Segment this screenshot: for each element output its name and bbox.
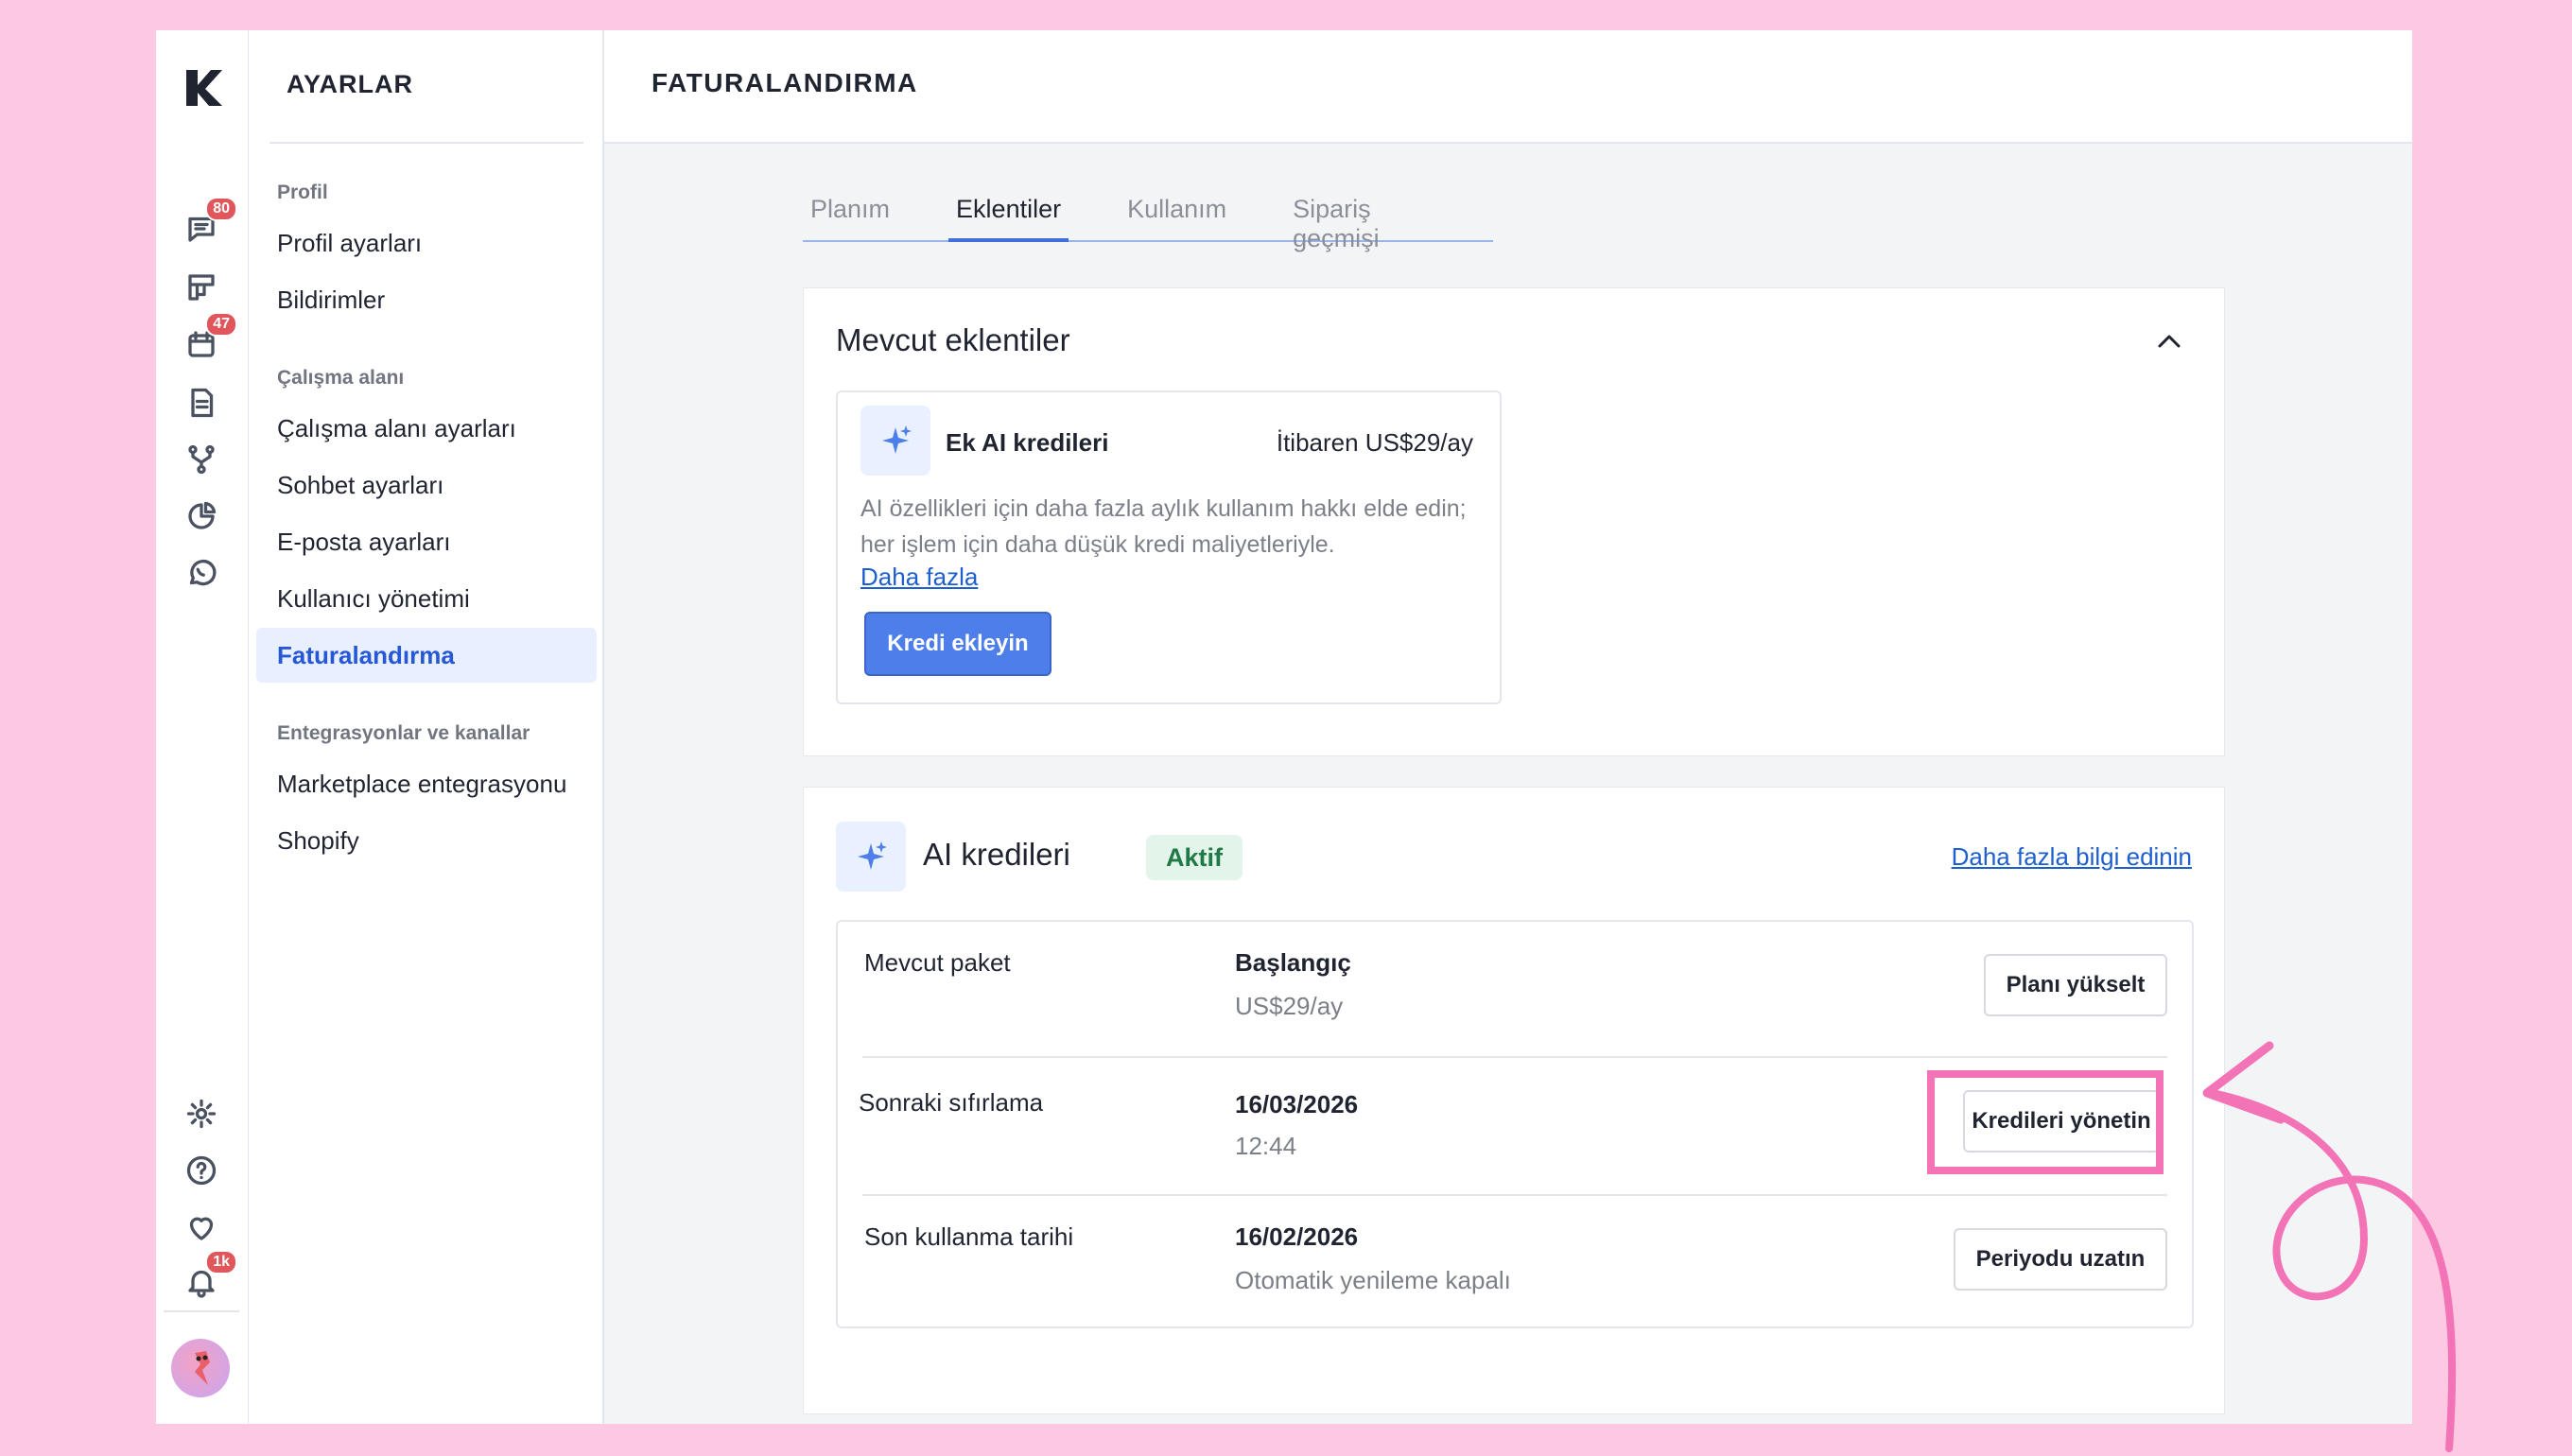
tab-my-plan[interactable]: Planım [803,193,897,242]
available-addons-title: Mevcut eklentiler [836,322,1070,357]
row-label: Son kullanma tarihi [864,1222,1074,1251]
settings-divider [269,142,583,144]
row-label: Sonraki sıfırlama [859,1088,1044,1117]
board-icon[interactable] [179,265,224,310]
nav-item-notifications[interactable]: Bildirimler [256,272,597,327]
main-content: FATURALANDIRMA Planım Eklentiler Kullanı… [604,30,2412,1424]
sparkle-icon [836,822,906,892]
row-value: 16/02/2026 [1235,1222,1359,1251]
nav-item-user-management[interactable]: Kullanıcı yönetimi [256,571,597,626]
main-header: FATURALANDIRMA [604,30,2412,144]
chat-icon[interactable]: 80 [179,197,237,251]
row-value: 16/03/2026 [1235,1090,1359,1118]
group-label-profile: Profil [277,182,328,203]
nav-item-profile-settings[interactable]: Profil ayarları [256,216,597,270]
nav-item-email-settings[interactable]: E-posta ayarları [256,514,597,569]
bell-icon[interactable]: 1k [179,1250,237,1305]
tab-order-history[interactable]: Sipariş geçmişi [1285,193,1442,252]
nav-item-billing[interactable]: Faturalandırma [256,628,597,683]
addon-description: AI özellikleri için daha fazla aylık kul… [860,495,1467,558]
status-badge: Aktif [1146,835,1243,880]
group-label-integrations: Entegrasyonlar ve kanallar [277,722,530,744]
heart-icon[interactable] [179,1205,224,1250]
nav-item-shopify[interactable]: Shopify [256,813,597,868]
logo-icon[interactable] [177,62,228,113]
notifications-badge: 1k [205,1250,237,1274]
row-sub: Otomatik yenileme kapalı [1235,1266,1511,1294]
whatsapp-icon[interactable] [179,550,224,596]
icon-rail: 80 47 1k [156,30,249,1424]
highlight-box [1927,1070,2164,1174]
sparkle-icon [860,406,930,476]
row-label: Mevcut paket [864,948,1011,977]
avatar[interactable] [171,1339,230,1397]
calendar-badge: 47 [205,312,237,337]
group-label-workspace: Çalışma alanı [277,367,405,389]
page-title: FATURALANDIRMA [652,68,918,97]
settings-icon[interactable] [179,1091,224,1136]
upgrade-plan-button[interactable]: Planı yükselt [1984,954,2167,1016]
addon-ai-credits: Ek AI kredileri İtibaren US$29/ay AI öze… [836,390,1502,704]
app-window: 80 47 1k AYARLAR Profil Profil ayarları … [156,30,2412,1424]
rail-divider [164,1310,239,1312]
ai-credits-title: AI kredileri [923,837,1070,872]
settings-sidebar: AYARLAR Profil Profil ayarları Bildiriml… [249,30,604,1424]
detail-row-expiry: Son kullanma tarihi 16/02/2026 Otomatik … [838,1196,2192,1328]
row-sub: 12:44 [1235,1132,1297,1160]
settings-title: AYARLAR [287,70,414,98]
nav-item-chat-settings[interactable]: Sohbet ayarları [256,458,597,512]
available-addons-card: Mevcut eklentiler Ek AI kredileri İtibar… [803,287,2225,756]
chevron-up-icon[interactable] [2156,332,2182,351]
addon-name: Ek AI kredileri [946,428,1109,457]
annotation-arrow-icon [2202,1041,2457,1452]
extend-period-button[interactable]: Periyodu uzatın [1954,1228,2167,1291]
detail-row-current-package: Mevcut paket Başlangıç US$29/ay Planı yü… [838,922,2192,1056]
help-icon[interactable] [179,1148,224,1193]
addon-price: İtibaren US$29/ay [1276,428,1473,457]
add-credits-button[interactable]: Kredi ekleyin [864,612,1051,676]
row-sub: US$29/ay [1235,992,1344,1020]
billing-tabs: Planım Eklentiler Kullanım Sipariş geçmi… [803,193,1493,252]
pie-chart-icon[interactable] [179,494,224,539]
learn-more-link[interactable]: Daha fazla bilgi edinin [1952,842,2192,872]
tab-addons[interactable]: Eklentiler [948,193,1069,242]
chat-badge: 80 [205,197,237,221]
nav-item-marketplace[interactable]: Marketplace entegrasyonu [256,756,597,811]
document-icon[interactable] [179,380,224,425]
nav-item-workspace-settings[interactable]: Çalışma alanı ayarları [256,401,597,456]
tab-usage[interactable]: Kullanım [1120,193,1234,242]
row-value: Başlangıç [1235,948,1351,977]
addon-learn-more-link[interactable]: Daha fazla [860,563,978,592]
calendar-icon[interactable]: 47 [179,312,237,367]
workflow-icon[interactable] [179,437,224,482]
